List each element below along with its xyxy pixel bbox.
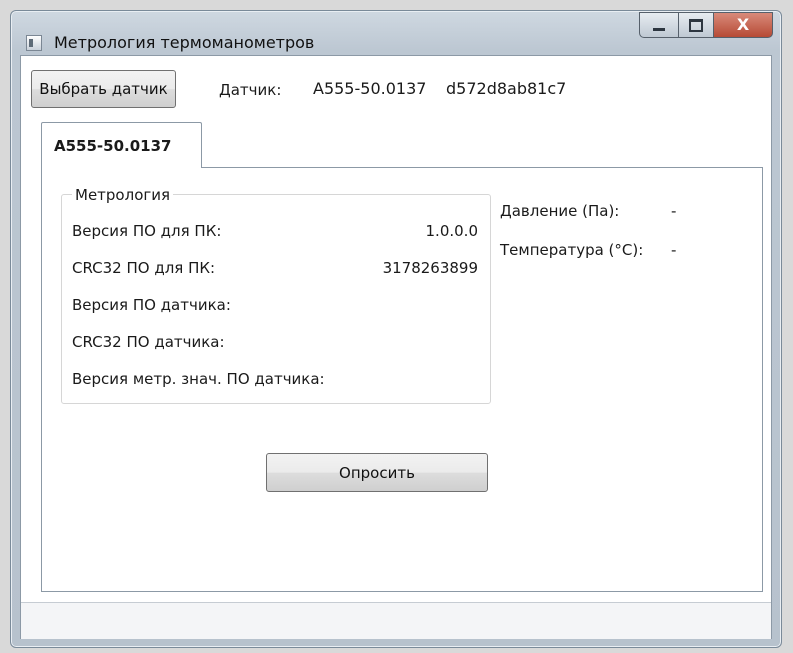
sensor-software-version-label: Версия ПО датчика: (72, 296, 231, 314)
select-sensor-button[interactable]: Выбрать датчик (31, 70, 176, 108)
main-window: Метрология термоманометров X Выбрать дат… (10, 10, 782, 648)
metrology-group: Метрология Версия ПО для ПК: 1.0.0.0 CRC… (61, 186, 491, 404)
pc-software-version-value: 1.0.0.0 (425, 222, 478, 240)
sensor-model: A555-50.0137 (313, 79, 427, 98)
minimize-icon (653, 27, 665, 31)
pc-software-crc-label: CRC32 ПО для ПК: (72, 259, 216, 277)
tab-sensor[interactable]: A555-50.0137 (41, 122, 202, 168)
client-area: Выбрать датчик Датчик: A555-50.0137 d572… (20, 55, 772, 639)
status-bar (21, 602, 771, 639)
tab-panel: Метрология Версия ПО для ПК: 1.0.0.0 CRC… (41, 167, 763, 592)
app-icon[interactable] (26, 35, 42, 51)
maximize-icon (689, 18, 703, 32)
sensor-software-crc-label: CRC32 ПО датчика: (72, 333, 225, 351)
minimize-button[interactable] (639, 12, 679, 38)
sensor-metrology-version-label: Версия метр. знач. ПО датчика: (72, 370, 325, 388)
maximize-button[interactable] (678, 12, 714, 38)
sensor-label: Датчик: (219, 81, 282, 99)
pressure-value: - (671, 202, 677, 220)
temperature-label: Температура (°C): (500, 241, 644, 259)
window-title: Метрология термоманометров (54, 33, 315, 52)
title-bar[interactable]: Метрология термоманометров X (11, 11, 781, 55)
sensor-id: d572d8ab81c7 (446, 79, 567, 98)
pc-software-version-label: Версия ПО для ПК: (72, 222, 222, 240)
close-button[interactable]: X (713, 12, 773, 38)
poll-button[interactable]: Опросить (266, 453, 488, 492)
temperature-value: - (671, 241, 677, 259)
close-icon: X (736, 15, 750, 34)
pc-software-crc-value: 3178263899 (382, 259, 478, 277)
metrology-group-title: Метрология (72, 186, 174, 204)
pressure-label: Давление (Па): (500, 202, 620, 220)
